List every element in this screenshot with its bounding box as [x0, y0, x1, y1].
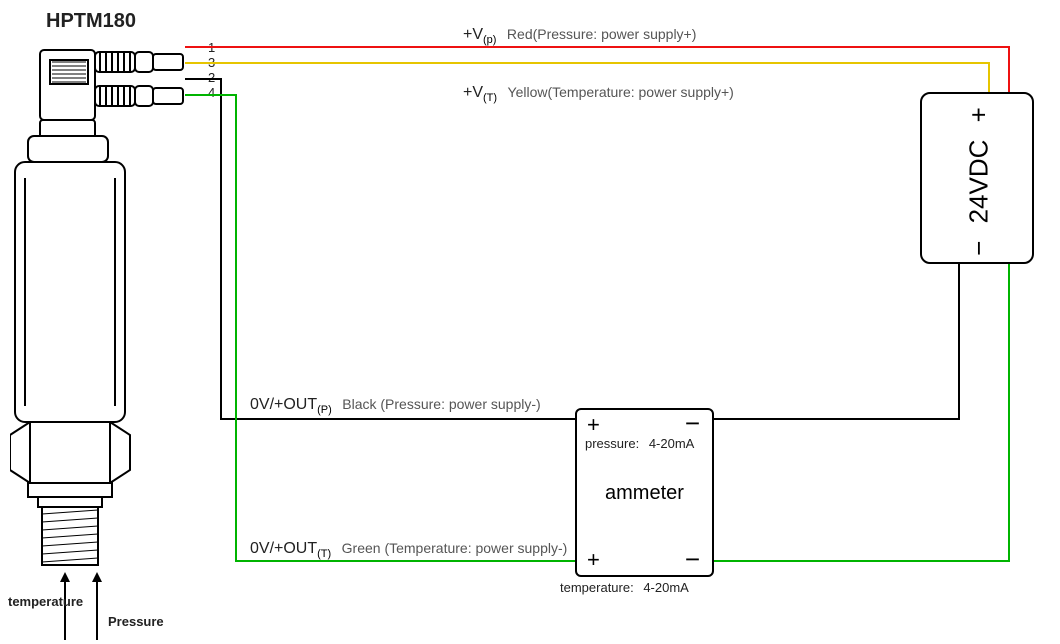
ammeter-temp-row: temperature: 4-20mA: [560, 580, 689, 595]
label-green: 0V/+OUT(T) Green (Temperature: power sup…: [250, 540, 567, 560]
ammeter-box: + − pressure: 4-20mA ammeter + −: [575, 408, 714, 577]
ammeter-pressure-prefix: pressure:: [585, 436, 639, 451]
psu-label: 24VDC: [964, 140, 994, 224]
wire-yellow-h1: [185, 62, 990, 64]
wire-green-h1: [235, 560, 575, 562]
label-yellow-desc: Yellow(Temperature: power supply+): [508, 84, 734, 100]
wire-green-h-stub: [185, 94, 237, 96]
label-red-desc: Red(Pressure: power supply+): [507, 26, 696, 42]
label-black: 0V/+OUT(P) Black (Pressure: power supply…: [250, 396, 541, 416]
wire-red-h: [185, 46, 1010, 48]
psu-box: − 24VDC +: [920, 92, 1034, 264]
psu-label-group: − 24VDC +: [964, 107, 995, 257]
input-pressure-label: Pressure: [108, 614, 164, 629]
label-yellow-symbol: +V: [463, 84, 483, 101]
label-green-sub: (T): [317, 548, 331, 560]
sensor-illustration: [10, 30, 220, 590]
arrow-pressure-stem: [96, 582, 98, 640]
ammeter-temp-plus: +: [587, 547, 600, 573]
wire-green-v2: [1008, 260, 1010, 562]
label-yellow: +V(T) Yellow(Temperature: power supply+): [463, 84, 734, 104]
psu-plus: +: [964, 107, 994, 122]
ammeter-label: ammeter: [605, 482, 684, 505]
label-red-sub: (p): [483, 34, 496, 46]
arrow-temperature-stem: [64, 582, 66, 640]
label-yellow-sub: (T): [483, 92, 497, 104]
wire-black-h-stub: [185, 78, 220, 80]
label-black-symbol: 0V/+OUT: [250, 396, 317, 413]
ammeter-pressure-minus: −: [685, 408, 700, 439]
label-red: +V(p) Red(Pressure: power supply+): [463, 26, 696, 46]
arrow-temperature-head: [60, 572, 70, 582]
pin-4-label: 4: [208, 85, 215, 100]
arrow-pressure-head: [92, 572, 102, 582]
ammeter-temp-value: 4-20mA: [643, 580, 689, 595]
ammeter-temp-minus: −: [685, 544, 700, 575]
wire-red-v: [1008, 46, 1010, 94]
psu-minus: −: [964, 241, 994, 256]
wire-green-h2: [710, 560, 1010, 562]
wire-black-h1: [220, 418, 575, 420]
label-red-symbol: +V: [463, 26, 483, 43]
wire-yellow-v: [988, 62, 990, 94]
ammeter-pressure-plus: +: [587, 412, 600, 438]
label-green-symbol: 0V/+OUT: [250, 540, 317, 557]
ammeter-temp-prefix: temperature:: [560, 580, 634, 595]
wire-black-h2: [710, 418, 960, 420]
wire-black-v1: [220, 78, 222, 418]
wire-black-v2: [958, 260, 960, 420]
wire-green-v1: [235, 94, 237, 560]
ammeter-pressure-value: 4-20mA: [649, 436, 695, 451]
ammeter-pressure-row: pressure: 4-20mA: [585, 436, 694, 451]
label-green-desc: Green (Temperature: power supply-): [342, 540, 568, 556]
label-black-desc: Black (Pressure: power supply-): [342, 396, 540, 412]
label-black-sub: (P): [317, 404, 332, 416]
input-temperature-label: temperature: [8, 594, 83, 609]
